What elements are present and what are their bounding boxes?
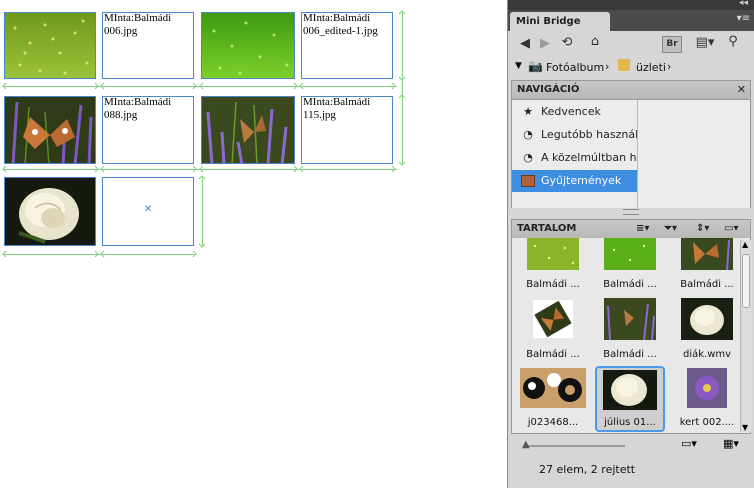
path-item-uzleti[interactable]: üzleti: [636, 61, 666, 74]
nav-item-label: Gyűjtemények: [541, 174, 622, 187]
arrow-left-icon[interactable]: ◀: [518, 36, 532, 52]
thumbnail-item[interactable]: Balmádi ...: [599, 238, 661, 292]
scroll-up-icon[interactable]: ▲: [742, 240, 748, 249]
sort-order-icon[interactable]: ⇕▾: [696, 220, 709, 238]
thumbnail-size-bar: ▲ ▭▾ ▦▾: [511, 434, 751, 456]
thumbnail-label: július 01...: [604, 417, 656, 428]
tools-icon[interactable]: ▭▾: [724, 220, 738, 238]
thumbnail-item[interactable]: diák.wmv: [676, 298, 738, 362]
sort-icon[interactable]: ≡▾: [636, 220, 649, 238]
content-grid[interactable]: Balmádi ... Balmádi ... Balmádi ... Balm…: [511, 238, 751, 434]
thumbnail-label: Balmádi ...: [526, 279, 580, 290]
panel-toolbar: ◀ ▶ ⟲ ⌂ Br ▤▾ ⚲: [508, 31, 754, 57]
path-separator-icon: ›: [667, 60, 672, 73]
path-dropdown-icon[interactable]: ▼: [515, 61, 522, 71]
thumbnail-item[interactable]: Balmádi ...: [599, 298, 661, 362]
thumbnail-item[interactable]: kert 002....: [676, 368, 738, 430]
thumbnail-label: Balmádi ...: [603, 349, 657, 360]
nav-item-legutobb[interactable]: ◔ Legutóbb használt: [512, 124, 637, 146]
thumbnail-image: [604, 298, 656, 341]
filter-icon[interactable]: ⏷▾: [664, 220, 677, 238]
panel-menu-icon[interactable]: ▾≡: [737, 13, 750, 24]
thumbnail-item-selected[interactable]: július 01...: [595, 366, 665, 432]
panel-view-icon[interactable]: ▤▾: [694, 35, 716, 51]
nav-item-kedvencek[interactable]: ★ Kedvencek: [512, 101, 637, 123]
thumbnail-image: [687, 368, 727, 408]
navigation-header[interactable]: NAVIGÁCIÓ ✕: [511, 80, 751, 100]
nav-item-kozelmultban[interactable]: ◔ A közelmúltban has: [512, 147, 637, 169]
folder-icon: [618, 59, 630, 71]
camera-icon: 📷: [528, 59, 543, 73]
history-icon[interactable]: ⟲: [558, 35, 576, 51]
thumbnail-label: diák.wmv: [682, 349, 732, 360]
thumbnail-item[interactable]: Balmádi ...: [522, 238, 584, 292]
thumbnail-image: [603, 370, 657, 410]
nav-item-label: Kedvencek: [541, 105, 601, 118]
tab-mini-bridge-label: Mini Bridge: [516, 16, 581, 27]
thumbnail-image: [520, 368, 586, 408]
size-slider-track[interactable]: [525, 445, 625, 447]
navigation-list: ★ Kedvencek ◔ Legutóbb használt ◔ A köze…: [511, 100, 751, 208]
scroll-thumb[interactable]: [742, 254, 750, 308]
bridge-button[interactable]: Br: [662, 36, 682, 53]
collapse-icon[interactable]: ◂◂: [739, 0, 748, 8]
recent-clock-icon: ◔: [523, 151, 533, 164]
thumbnail-item[interactable]: Balmádi ...: [522, 298, 584, 362]
grid-view-icon[interactable]: ▦▾: [723, 437, 739, 450]
content-header[interactable]: TARTALOM ≡▾ ⏷▾ ⇕▾ ▭▾: [511, 219, 751, 239]
size-slider-handle[interactable]: ▲: [522, 439, 530, 450]
view-mode-icon[interactable]: ▭▾: [681, 437, 697, 450]
search-icon[interactable]: ⚲: [724, 34, 742, 50]
status-text: 27 elem, 2 rejtett: [539, 463, 636, 476]
scroll-down-icon[interactable]: ▼: [742, 423, 748, 432]
thumbnail-image: [533, 300, 573, 338]
thumbnail-image: [604, 238, 656, 270]
grip-icon: [623, 209, 639, 215]
content-title: TARTALOM: [517, 223, 577, 234]
recent-clock-icon: ◔: [523, 128, 533, 141]
arrow-right-icon[interactable]: ▶: [538, 36, 552, 52]
nav-item-gyujtemenyek[interactable]: Gyűjtemények: [512, 170, 637, 192]
thumbnail-image: [681, 298, 733, 340]
mini-bridge-panel[interactable]: ◂◂ ▾≡ Mini Bridge ◀ ▶ ⟲ ⌂ Br ▤▾ ⚲ ▼ 📷 Fo…: [507, 0, 754, 488]
thumbnail-item[interactable]: j023468...: [518, 368, 588, 430]
panel-splitter[interactable]: [511, 208, 751, 218]
star-icon: ★: [523, 105, 533, 118]
home-icon[interactable]: ⌂: [586, 34, 604, 50]
thumbnail-image: [527, 238, 579, 270]
navigation-column: ★ Kedvencek ◔ Legutóbb használt ◔ A köze…: [512, 100, 638, 208]
path-bar: ▼ 📷 Fotóalbum › üzleti ›: [508, 57, 754, 79]
thumbnail-item[interactable]: Balmádi ...: [676, 238, 738, 292]
thumbnail-image: [681, 238, 733, 271]
thumbnail-label: kert 002....: [679, 417, 735, 428]
tab-mini-bridge[interactable]: Mini Bridge: [510, 12, 610, 31]
collection-icon: [520, 170, 536, 192]
nav-item-label: A közelmúltban has: [541, 151, 637, 164]
navigation-title: NAVIGÁCIÓ: [517, 84, 580, 95]
path-item-fotoalbum[interactable]: Fotóalbum: [546, 61, 604, 74]
nav-item-label: Legutóbb használt: [541, 128, 637, 141]
status-bar: 27 elem, 2 rejtett: [511, 458, 751, 482]
thumbnail-label: Balmádi ...: [680, 279, 734, 290]
document-canvas[interactable]: MInta:Balmádi 006.jpg MInta:Balmádi 006_ed…: [0, 0, 505, 488]
thumbnail-label: Balmádi ...: [526, 349, 580, 360]
close-icon[interactable]: ✕: [737, 81, 746, 99]
content-scrollbar[interactable]: ▲ ▼: [740, 240, 752, 432]
bridge-button-label: Br: [666, 39, 678, 49]
path-separator-icon: ›: [605, 60, 610, 73]
panel-title-bar[interactable]: ◂◂: [508, 0, 754, 10]
thumbnail-label: j023468...: [527, 417, 579, 428]
thumbnail-label: Balmádi ...: [603, 279, 657, 290]
spacing-markers: [2, 10, 406, 258]
